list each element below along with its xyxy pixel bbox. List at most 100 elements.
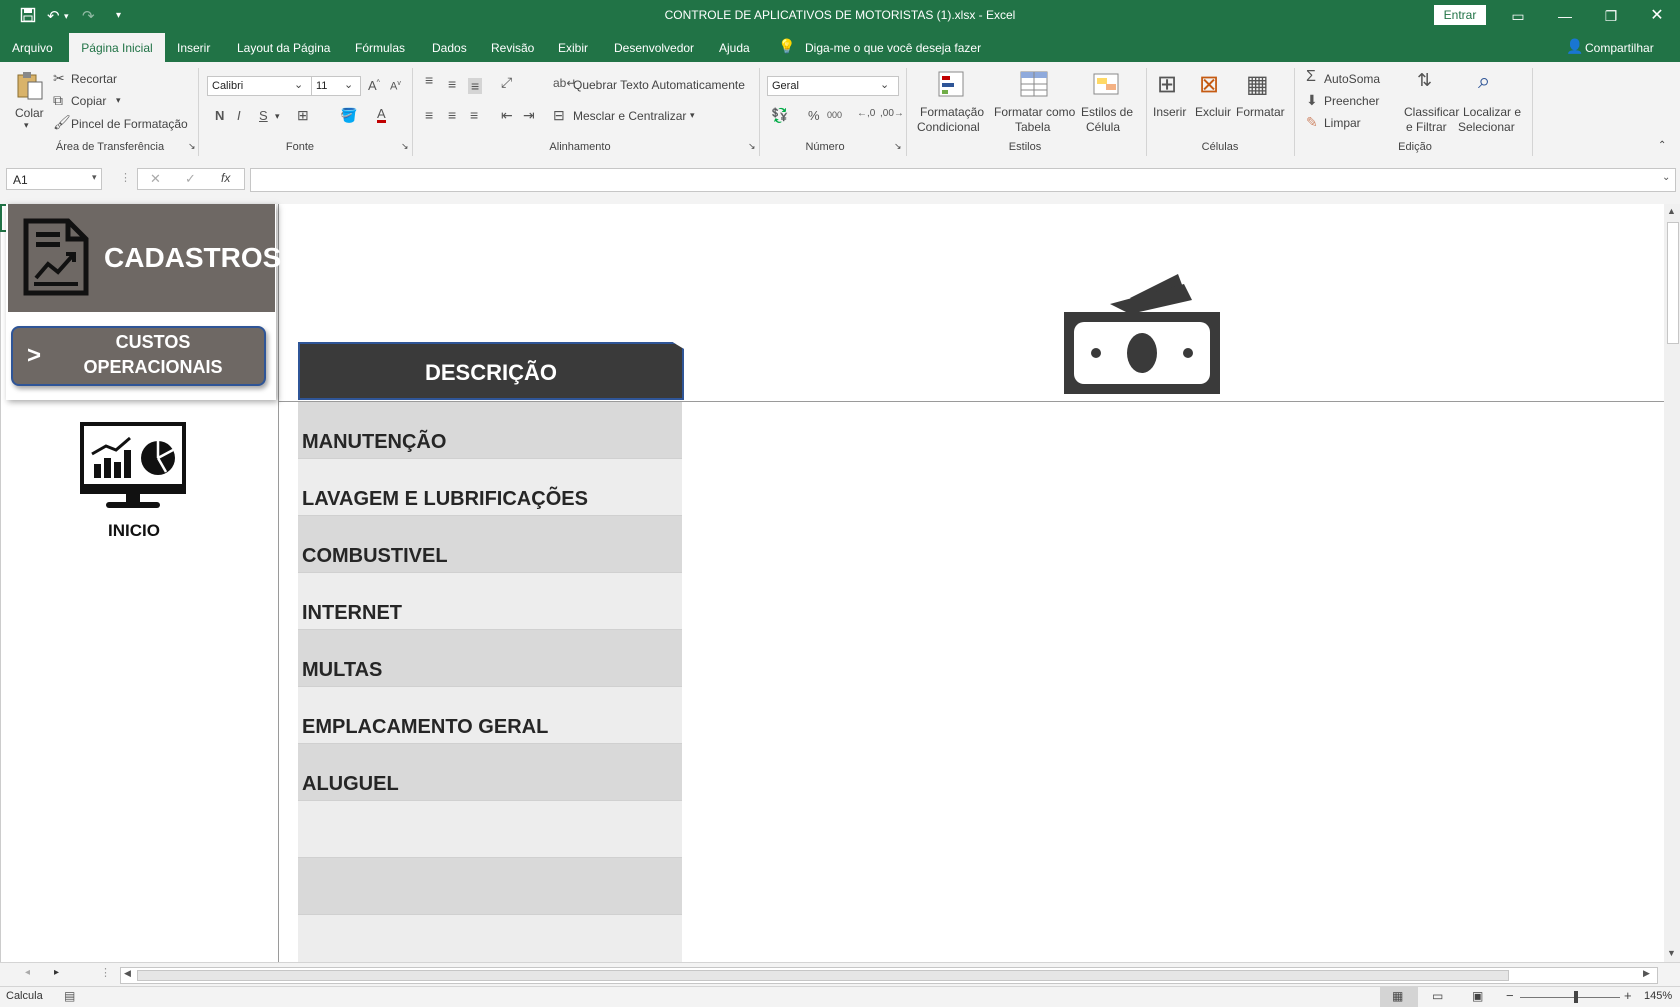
tab-home[interactable]: Página Inicial bbox=[69, 33, 165, 63]
delete-cells-button[interactable]: Excluir bbox=[1195, 105, 1231, 119]
autosum-button[interactable]: AutoSoma bbox=[1324, 72, 1380, 86]
fill-button[interactable]: Preencher bbox=[1324, 94, 1379, 108]
list-item[interactable]: INTERNET bbox=[298, 573, 682, 630]
decrease-indent-icon[interactable]: ⇤ bbox=[501, 107, 513, 124]
zoom-slider[interactable] bbox=[1520, 997, 1620, 998]
tab-page-layout[interactable]: Layout da Página bbox=[237, 41, 330, 55]
thousands-button[interactable]: 000 bbox=[827, 110, 842, 120]
insert-cells-button[interactable]: Inserir bbox=[1153, 105, 1186, 119]
find-select-icon[interactable]: ⌕ bbox=[1478, 68, 1490, 94]
tab-developer[interactable]: Desenvolvedor bbox=[614, 41, 694, 55]
tab-formulas[interactable]: Fórmulas bbox=[355, 41, 405, 55]
sort-filter-line2[interactable]: e Filtrar bbox=[1406, 120, 1447, 134]
wrap-text-button[interactable]: Quebrar Texto Automaticamente bbox=[573, 78, 745, 92]
underline-button[interactable]: S bbox=[259, 108, 268, 123]
list-item[interactable]: COMBUSTIVEL bbox=[298, 516, 682, 573]
align-center-icon[interactable]: ≡ bbox=[448, 107, 456, 123]
name-box[interactable]: A1 bbox=[6, 168, 102, 190]
list-item[interactable] bbox=[298, 801, 682, 858]
cell-styles-line2[interactable]: Célula bbox=[1086, 120, 1120, 134]
vertical-scroll-thumb[interactable] bbox=[1667, 222, 1679, 344]
fill-icon[interactable]: ⬇ bbox=[1306, 92, 1318, 109]
share-button[interactable]: Compartilhar bbox=[1585, 41, 1654, 55]
paste-label[interactable]: Colar bbox=[15, 106, 44, 120]
align-right-icon[interactable]: ≡ bbox=[470, 107, 478, 123]
macro-record-icon[interactable]: ▤ bbox=[64, 989, 75, 1003]
merge-dropdown-icon[interactable]: ▾ bbox=[690, 110, 695, 121]
accounting-format-icon[interactable]: 💱 bbox=[771, 107, 788, 124]
expand-formula-icon[interactable]: ⌄ bbox=[1662, 172, 1670, 183]
paste-dropdown-icon[interactable]: ▾ bbox=[24, 120, 29, 131]
list-item[interactable]: MANUTENÇÃO bbox=[298, 402, 682, 459]
name-box-dropdown-icon[interactable]: ▾ bbox=[92, 172, 97, 183]
merge-center-button[interactable]: Mesclar e Centralizar bbox=[573, 109, 686, 123]
list-item[interactable]: ALUGUEL bbox=[298, 744, 682, 801]
insert-function-button[interactable]: fx bbox=[221, 171, 230, 185]
font-name-dropdown-icon[interactable]: ⌄ bbox=[294, 78, 303, 91]
increase-indent-icon[interactable]: ⇥ bbox=[523, 107, 535, 124]
format-painter-button[interactable]: Pincel de Formatação bbox=[71, 117, 188, 131]
align-top-icon[interactable]: ≡ bbox=[425, 72, 433, 88]
signin-button[interactable]: Entrar bbox=[1434, 5, 1486, 25]
align-bottom-icon[interactable]: ≡ bbox=[468, 78, 483, 94]
clipboard-launcher-icon[interactable]: ↘ bbox=[188, 141, 196, 152]
formula-input[interactable] bbox=[250, 168, 1676, 192]
tab-splitter-icon[interactable]: ⋮ bbox=[100, 966, 111, 979]
horizontal-scrollbar[interactable]: ◀ ▶ bbox=[120, 967, 1658, 984]
list-item[interactable] bbox=[298, 915, 682, 962]
align-left-icon[interactable]: ≡ bbox=[425, 107, 433, 123]
find-select-line2[interactable]: Selecionar bbox=[1458, 120, 1515, 134]
orientation-icon[interactable]: ⤢ bbox=[501, 74, 512, 91]
page-break-view-icon[interactable]: ▣ bbox=[1472, 989, 1483, 1003]
ribbon-display-icon[interactable]: ▭ bbox=[1495, 4, 1541, 28]
font-launcher-icon[interactable]: ↘ bbox=[401, 141, 409, 152]
italic-button[interactable]: I bbox=[237, 108, 241, 123]
delete-cells-icon[interactable]: ⊠ bbox=[1199, 70, 1219, 99]
borders-icon[interactable]: ⊞ bbox=[297, 107, 309, 124]
tab-data[interactable]: Dados bbox=[432, 41, 467, 55]
autosum-icon[interactable]: Σ bbox=[1306, 68, 1316, 86]
scroll-right-icon[interactable]: ▶ bbox=[1643, 968, 1650, 979]
alignment-launcher-icon[interactable]: ↘ bbox=[748, 141, 756, 152]
list-item[interactable]: MULTAS bbox=[298, 630, 682, 687]
align-middle-icon[interactable]: ≡ bbox=[448, 76, 456, 92]
format-cells-button[interactable]: Formatar bbox=[1236, 105, 1285, 119]
cell-styles-icon[interactable] bbox=[1092, 70, 1122, 103]
tab-help[interactable]: Ajuda bbox=[719, 41, 750, 55]
find-select-line1[interactable]: Localizar e bbox=[1463, 105, 1521, 119]
sort-filter-icon[interactable]: ⇅ bbox=[1417, 70, 1432, 91]
conditional-formatting-line1[interactable]: Formatação bbox=[920, 105, 984, 119]
zoom-slider-handle[interactable] bbox=[1574, 991, 1578, 1003]
font-size-select[interactable]: 11 bbox=[311, 76, 361, 96]
number-format-dropdown-icon[interactable]: ⌄ bbox=[880, 78, 889, 91]
format-cells-icon[interactable]: ▦ bbox=[1246, 70, 1269, 99]
inicio-label[interactable]: INICIO bbox=[80, 521, 188, 541]
format-as-table-line2[interactable]: Tabela bbox=[1015, 120, 1050, 134]
page-layout-view-icon[interactable]: ▭ bbox=[1432, 989, 1443, 1003]
scroll-down-icon[interactable]: ▼ bbox=[1667, 948, 1676, 958]
merge-center-icon[interactable]: ⊟ bbox=[553, 107, 565, 124]
tab-insert[interactable]: Inserir bbox=[177, 41, 210, 55]
scroll-left-icon[interactable]: ◀ bbox=[124, 968, 131, 979]
paste-icon[interactable] bbox=[14, 70, 46, 102]
format-painter-icon[interactable]: 🖌 bbox=[53, 114, 71, 131]
next-sheet-icon[interactable]: ▸ bbox=[54, 967, 59, 978]
dashboard-monitor-icon[interactable] bbox=[80, 422, 186, 515]
tab-review[interactable]: Revisão bbox=[491, 41, 534, 55]
number-launcher-icon[interactable]: ↘ bbox=[894, 141, 902, 152]
copy-icon[interactable]: ⧉ bbox=[53, 92, 63, 109]
list-item[interactable]: LAVAGEM E LUBRIFICAÇÕES bbox=[298, 459, 682, 516]
list-item[interactable]: EMPLACAMENTO GERAL bbox=[298, 687, 682, 744]
clear-button[interactable]: Limpar bbox=[1324, 116, 1361, 130]
vertical-scrollbar[interactable]: ▲ ▼ bbox=[1664, 204, 1680, 962]
custos-operacionais-button[interactable]: > CUSTOS OPERACIONAIS bbox=[11, 326, 266, 386]
eraser-icon[interactable]: ✎ bbox=[1306, 114, 1318, 131]
zoom-level[interactable]: 145% bbox=[1644, 990, 1672, 1002]
insert-cells-icon[interactable]: ⊞ bbox=[1157, 70, 1177, 99]
percent-button[interactable]: % bbox=[808, 108, 820, 123]
fill-color-icon[interactable]: 🪣 bbox=[340, 107, 357, 124]
enter-icon[interactable]: ✓ bbox=[185, 171, 196, 187]
font-color-button[interactable]: A bbox=[377, 107, 386, 123]
conditional-formatting-line2[interactable]: Condicional bbox=[917, 120, 980, 134]
increase-decimal-icon[interactable]: ←,0 bbox=[857, 108, 875, 119]
